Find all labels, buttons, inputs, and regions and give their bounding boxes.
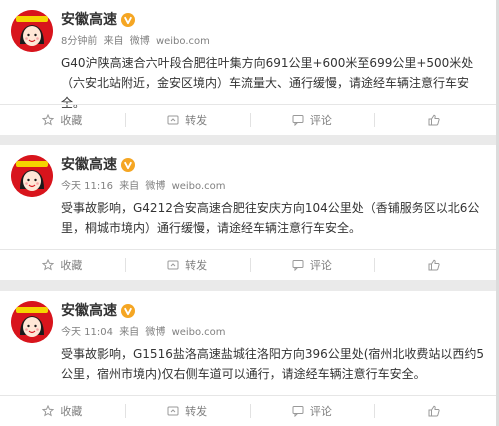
post-source[interactable]: 微博 [145,327,165,338]
avatar-cartoon-icon [11,301,53,343]
weibo-post: 安徽高速 今天 11:16 来自 微博 weibo.com 受事故影响，G421… [0,145,499,280]
favorite-button[interactable]: 收藏 [0,105,125,135]
post-text: 受事故影响，G4212合安高速合肥往安庆方向104公里处（香铺服务区以北6公里，… [61,201,480,235]
weibo-post: 安徽高速 8分钟前 来自 微博 weibo.com G40沪陕高速合六叶段合肥往… [0,0,499,135]
repost-label: 转发 [185,114,208,127]
verified-v-icon[interactable] [121,158,135,172]
post-text: 受事故影响，G1516盐洛高速盐城往洛阳方向396公里处(宿州北收费站以西约5公… [61,347,485,381]
source-prefix: 来自 [103,36,124,47]
action-bar: 收藏 转发 评论 [0,395,499,426]
verified-v-icon[interactable] [121,13,135,27]
avatar[interactable] [11,155,53,197]
comment-icon [292,259,304,271]
thumbs-up-icon [428,405,440,417]
comment-button[interactable]: 评论 [249,396,375,426]
favorite-button[interactable]: 收藏 [0,396,125,426]
comment-label: 评论 [309,259,332,272]
comment-label: 评论 [309,114,332,127]
avatar[interactable] [11,10,53,52]
repost-label: 转发 [185,405,208,418]
thumbs-up-icon [428,114,440,126]
repost-button[interactable]: 转发 [124,250,250,280]
author-row: 安徽高速 [61,156,135,174]
favorite-label: 收藏 [60,259,83,272]
author-name[interactable]: 安徽高速 [61,302,117,320]
post-meta: 今天 11:16 来自 微博 weibo.com [61,180,229,194]
repost-button[interactable]: 转发 [124,105,250,135]
source-url: weibo.com [171,327,226,338]
post-time[interactable]: 8分钟前 [61,36,97,47]
like-button[interactable] [374,250,499,280]
post-time[interactable]: 今天 11:04 [61,327,113,338]
avatar-cartoon-icon [11,10,53,52]
verified-v-icon[interactable] [121,304,135,318]
star-icon [42,259,55,271]
action-bar: 收藏 转发 评论 [0,249,499,280]
like-button[interactable] [374,396,499,426]
comment-icon [292,114,304,126]
repost-button[interactable]: 转发 [124,396,250,426]
post-time[interactable]: 今天 11:16 [61,181,113,192]
share-icon [167,114,179,126]
author-name[interactable]: 安徽高速 [61,156,117,174]
comment-button[interactable]: 评论 [249,105,375,135]
favorite-label: 收藏 [60,405,83,418]
post-meta: 8分钟前 来自 微博 weibo.com [61,35,213,49]
share-icon [167,405,179,417]
share-icon [167,259,179,271]
weibo-feed: 安徽高速 8分钟前 来自 微博 weibo.com G40沪陕高速合六叶段合肥往… [0,0,499,426]
star-icon [42,405,55,417]
comment-icon [292,405,304,417]
favorite-button[interactable]: 收藏 [0,250,125,280]
source-url: weibo.com [171,181,226,192]
post-meta: 今天 11:04 来自 微博 weibo.com [61,326,229,340]
like-button[interactable] [374,105,499,135]
weibo-post: 安徽高速 今天 11:04 来自 微博 weibo.com 受事故影响，G151… [0,291,499,426]
source-prefix: 来自 [119,181,140,192]
post-source[interactable]: 微博 [145,181,165,192]
avatar[interactable] [11,301,53,343]
action-bar: 收藏 转发 评论 [0,104,499,135]
source-prefix: 来自 [119,327,140,338]
repost-label: 转发 [185,259,208,272]
favorite-label: 收藏 [60,114,83,127]
author-row: 安徽高速 [61,302,135,320]
post-source[interactable]: 微博 [130,36,150,47]
thumbs-up-icon [428,259,440,271]
author-row: 安徽高速 [61,11,135,29]
avatar-cartoon-icon [11,155,53,197]
comment-button[interactable]: 评论 [249,250,375,280]
comment-label: 评论 [309,405,332,418]
author-name[interactable]: 安徽高速 [61,11,117,29]
source-url: weibo.com [155,36,210,47]
star-icon [42,114,55,126]
